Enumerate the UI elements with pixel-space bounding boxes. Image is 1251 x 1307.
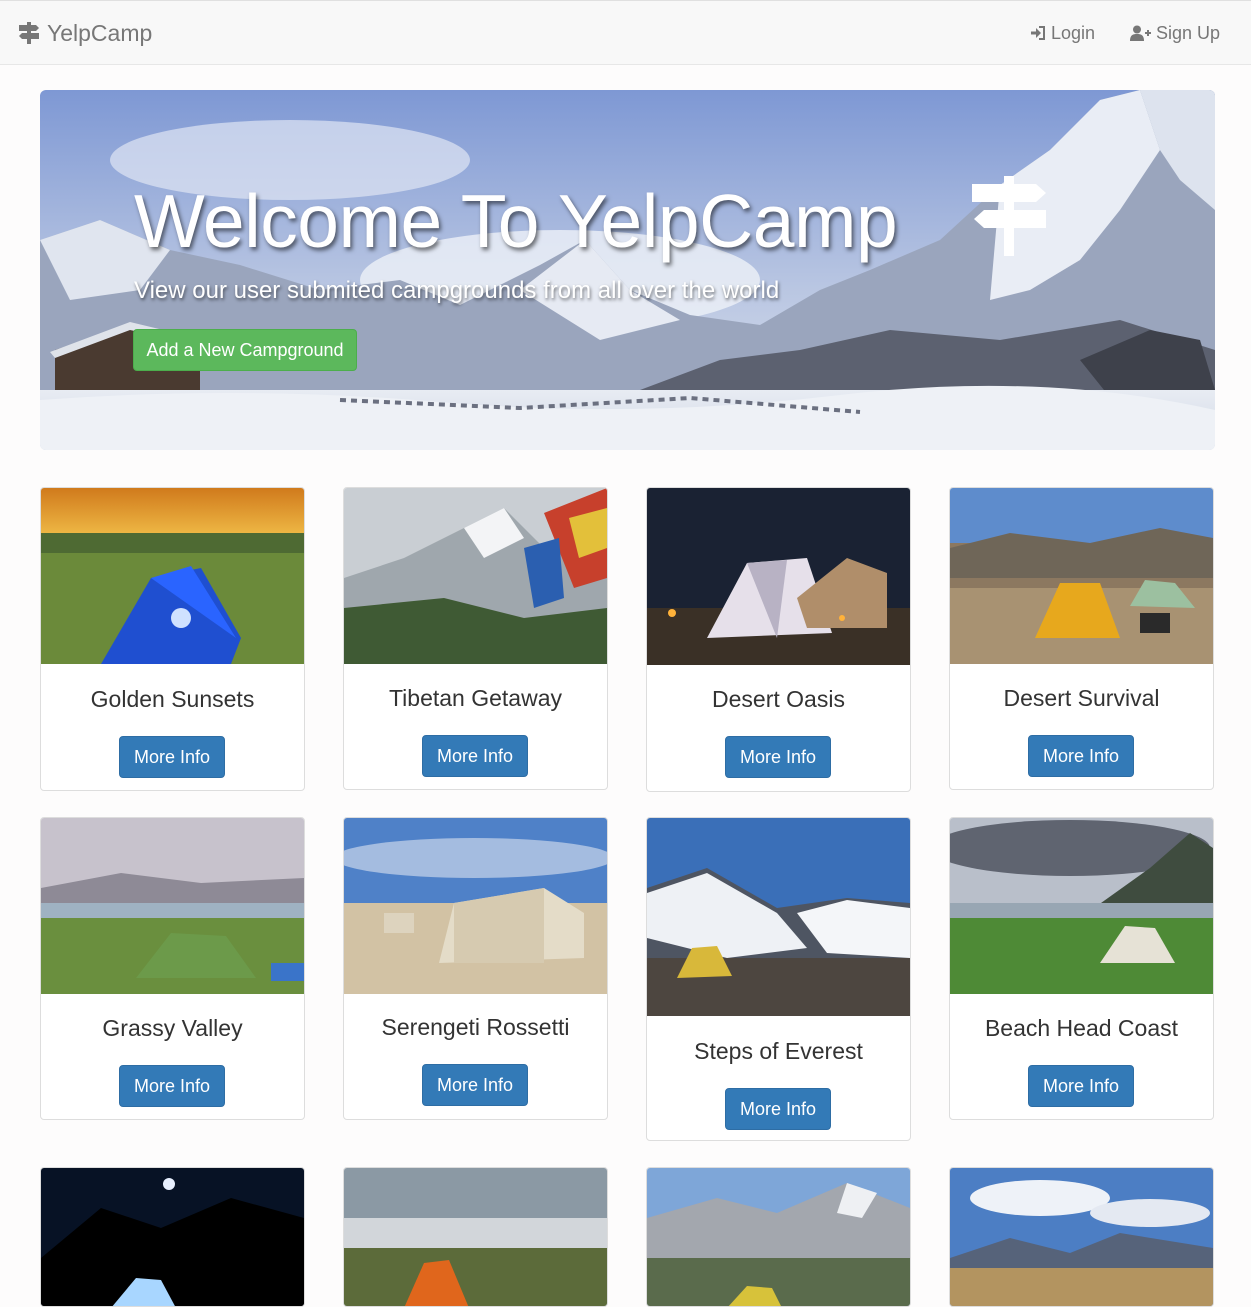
campground-card: Steps of Everest More Info — [646, 817, 911, 1141]
campground-image[interactable] — [41, 1168, 304, 1306]
campground-card: Beach Head Coast More Info — [949, 817, 1214, 1120]
campground-card — [646, 1167, 911, 1307]
campground-card — [949, 1167, 1214, 1307]
campground-image[interactable] — [344, 818, 607, 994]
signpost-icon — [972, 176, 1046, 256]
campground-image[interactable] — [647, 818, 910, 1016]
user-plus-icon — [1130, 25, 1151, 41]
signup-link[interactable]: Sign Up — [1130, 21, 1220, 45]
campground-card: Golden Sunsets More Info — [40, 487, 305, 791]
campground-card: Desert Survival More Info — [949, 487, 1214, 790]
more-info-button[interactable]: More Info — [1028, 735, 1134, 777]
campground-name: Grassy Valley — [102, 1015, 243, 1041]
campground-image[interactable] — [41, 488, 304, 664]
brand-link[interactable]: YelpCamp — [18, 18, 152, 48]
more-info-button[interactable]: More Info — [725, 1088, 831, 1130]
campground-image[interactable] — [950, 1168, 1213, 1306]
campground-card: Tibetan Getaway More Info — [343, 487, 608, 790]
brand-text: YelpCamp — [47, 19, 153, 46]
campground-card — [40, 1167, 305, 1307]
jumbotron: Welcome To YelpCamp View our user submit… — [40, 90, 1215, 450]
more-info-button[interactable]: More Info — [422, 735, 528, 777]
navbar: YelpCamp Login Sign Up — [0, 0, 1251, 65]
campground-name: Steps of Everest — [694, 1038, 863, 1064]
jumbotron-subtitle: View our user submited campgrounds from … — [134, 277, 780, 304]
campground-image[interactable] — [647, 1168, 910, 1306]
campground-name: Desert Survival — [1003, 685, 1160, 711]
campground-name: Desert Oasis — [712, 686, 845, 712]
campground-card: Desert Oasis More Info — [646, 487, 911, 792]
login-label: Login — [1051, 22, 1096, 43]
campground-card: Serengeti Rossetti More Info — [343, 817, 608, 1120]
campground-card — [343, 1167, 608, 1307]
more-info-button[interactable]: More Info — [1028, 1065, 1134, 1107]
signup-label: Sign Up — [1156, 22, 1221, 43]
sign-in-icon — [1031, 26, 1045, 40]
add-campground-button[interactable]: Add a New Campground — [133, 329, 357, 371]
more-info-button[interactable]: More Info — [119, 736, 225, 778]
more-info-button[interactable]: More Info — [119, 1065, 225, 1107]
more-info-button[interactable]: More Info — [725, 736, 831, 778]
campground-name: Serengeti Rossetti — [381, 1014, 570, 1040]
campground-card: Grassy Valley More Info — [40, 817, 305, 1120]
campground-name: Golden Sunsets — [90, 686, 255, 712]
campground-image[interactable] — [950, 488, 1213, 664]
campground-image[interactable] — [344, 488, 607, 664]
more-info-button[interactable]: More Info — [422, 1064, 528, 1106]
jumbotron-title: Welcome To YelpCamp — [134, 179, 898, 263]
mountain-background-image — [40, 90, 1215, 450]
campground-name: Tibetan Getaway — [388, 685, 563, 711]
campground-image[interactable] — [647, 488, 910, 665]
login-link[interactable]: Login — [1030, 21, 1095, 45]
campground-image[interactable] — [41, 818, 304, 994]
signpost-icon — [19, 22, 39, 44]
campground-name: Beach Head Coast — [984, 1015, 1179, 1041]
campground-image[interactable] — [950, 818, 1213, 994]
campground-image[interactable] — [344, 1168, 607, 1306]
